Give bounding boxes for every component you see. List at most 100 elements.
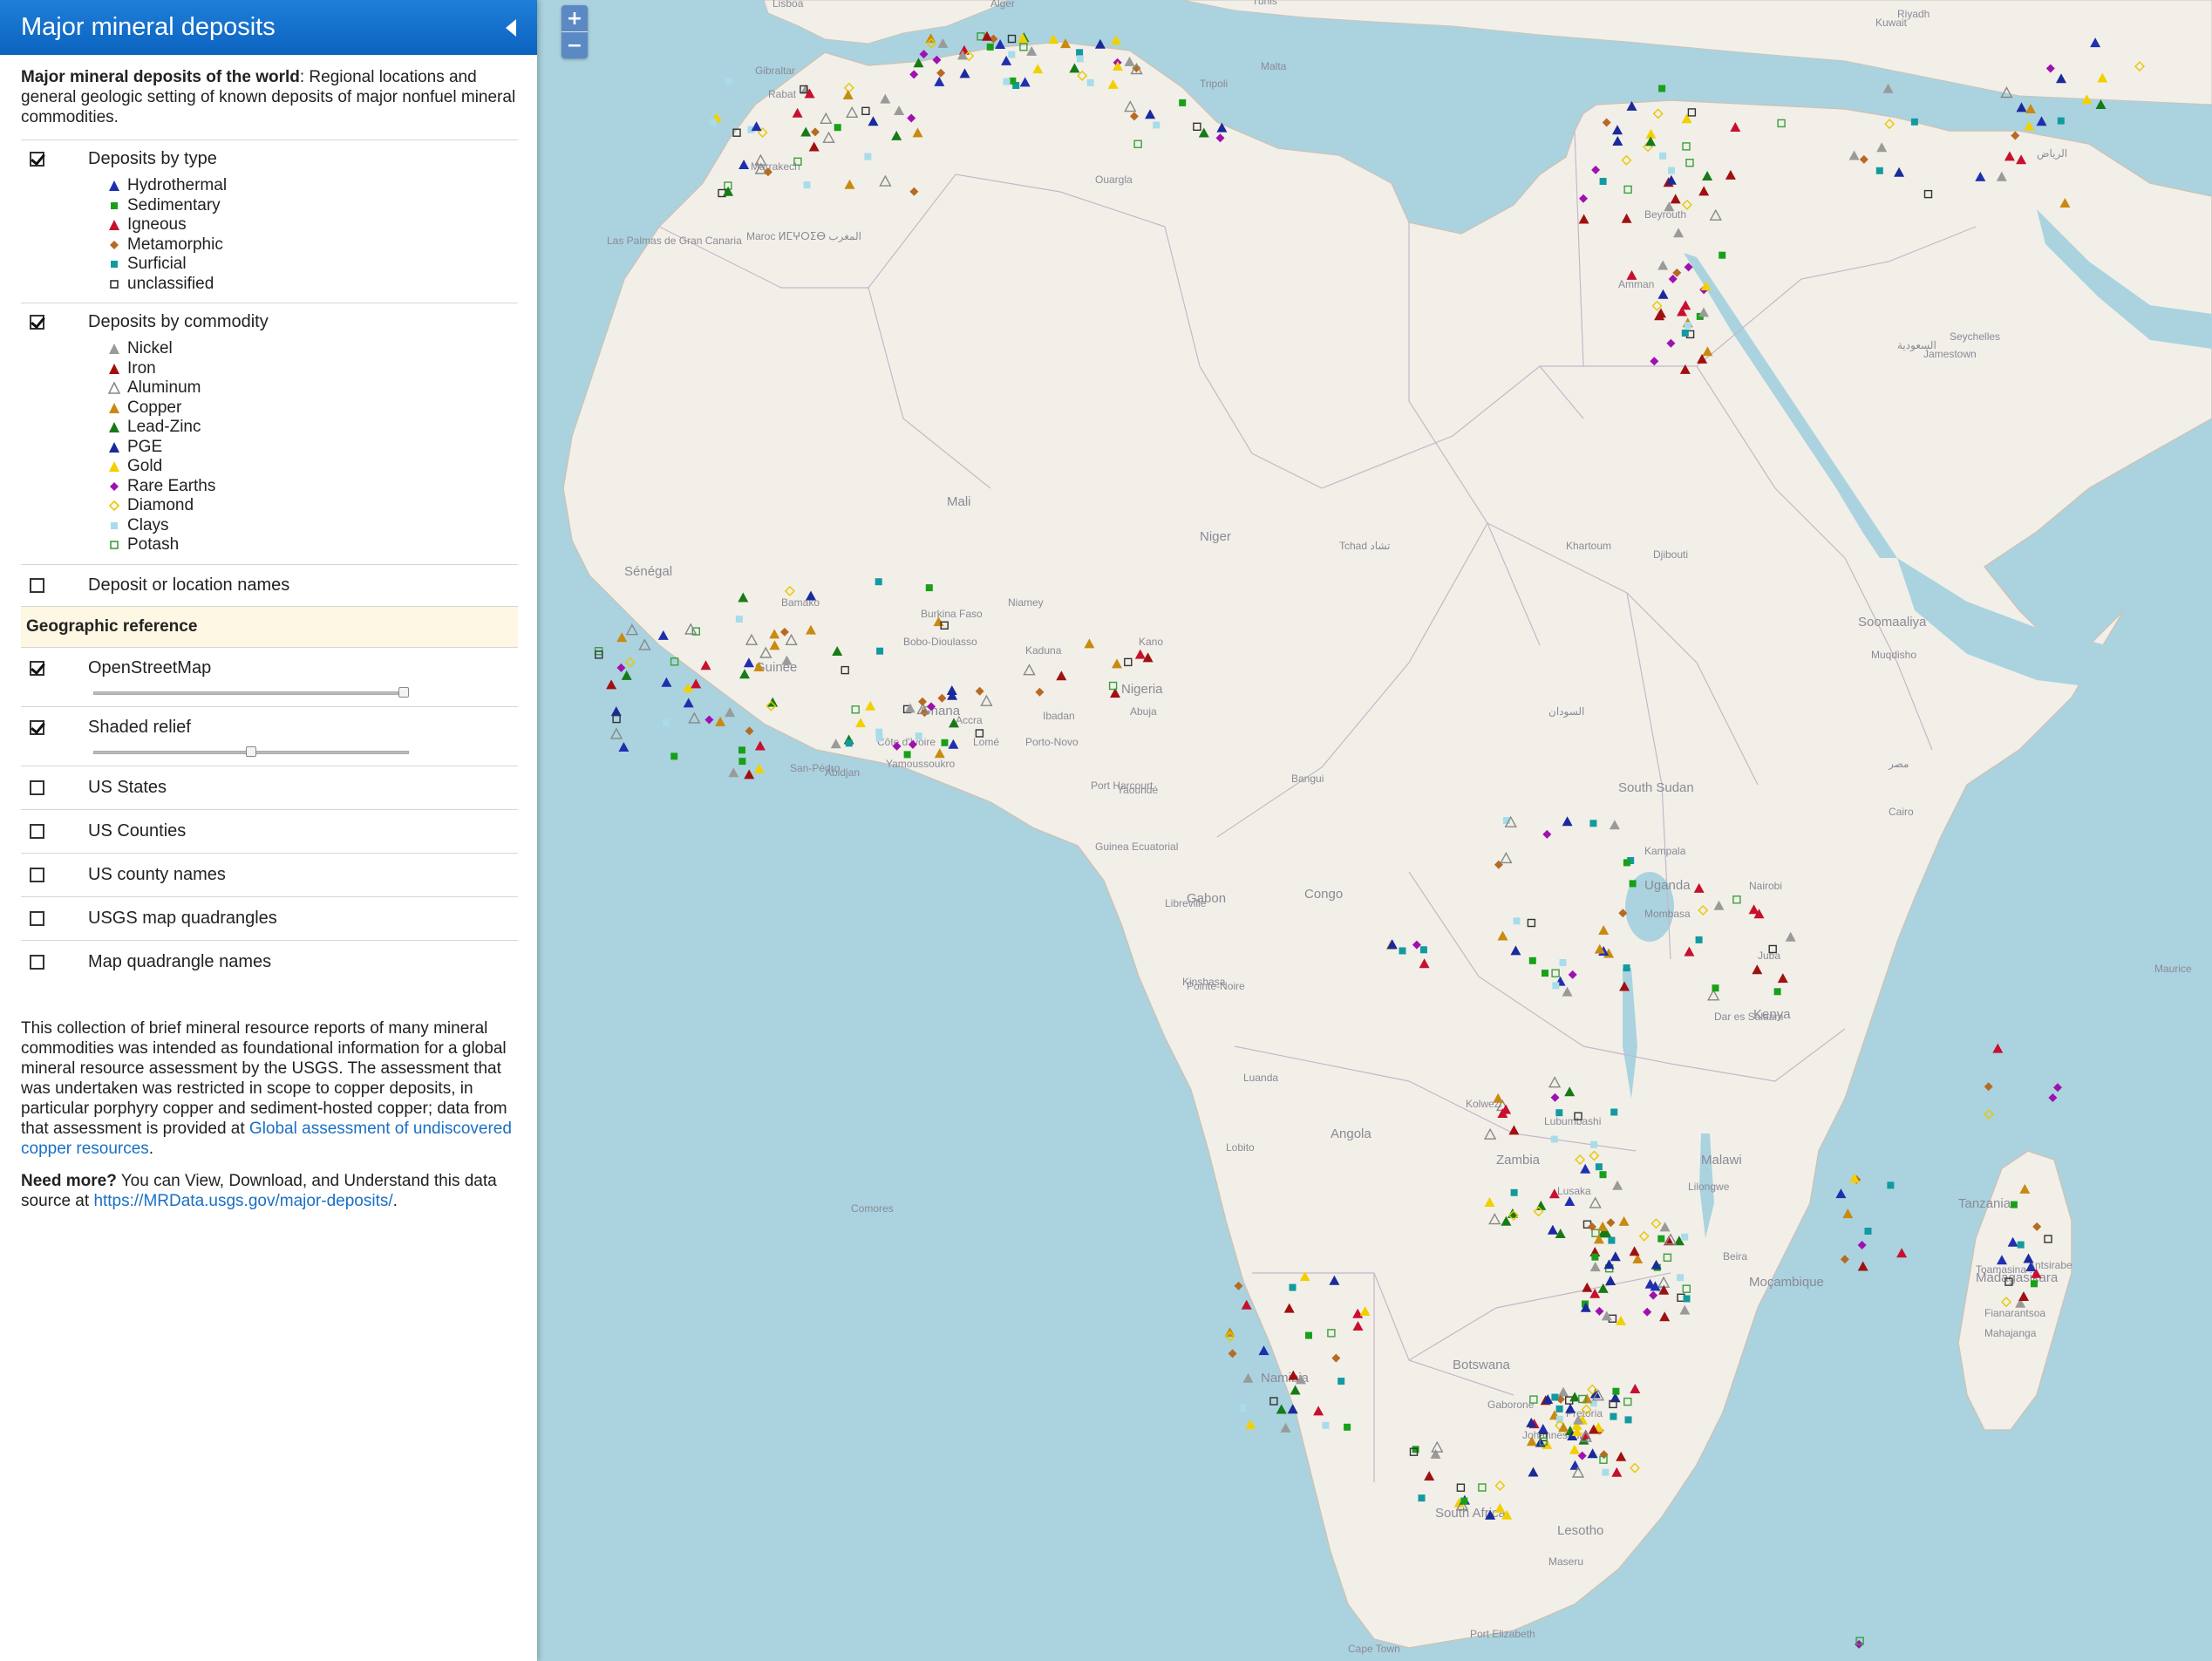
deposit-marker[interactable] <box>1608 1236 1616 1244</box>
us-county-names-checkbox[interactable] <box>30 867 44 882</box>
deposit-marker[interactable] <box>1677 1274 1685 1282</box>
deposit-marker[interactable] <box>670 752 678 760</box>
deposit-marker[interactable] <box>1550 1135 1558 1143</box>
deposit-marker[interactable] <box>1595 1163 1603 1171</box>
us-counties-checkbox[interactable] <box>30 823 44 839</box>
deposit-marker[interactable] <box>1657 1235 1665 1242</box>
deposit-marker[interactable] <box>1602 1468 1610 1476</box>
collapse-panel-icon[interactable] <box>506 18 516 37</box>
deposit-marker[interactable] <box>1681 1233 1689 1241</box>
deposit-marker[interactable] <box>1076 55 1084 63</box>
deposit-marker[interactable] <box>1322 1421 1330 1429</box>
deposit-marker[interactable] <box>2010 1201 2018 1208</box>
deposit-marker[interactable] <box>925 584 933 592</box>
deposit-marker[interactable] <box>1460 1497 1468 1505</box>
deposit-marker[interactable] <box>803 181 811 189</box>
deposit-marker[interactable] <box>1289 1283 1297 1291</box>
deposit-marker[interactable] <box>1591 1253 1599 1261</box>
deposit-marker[interactable] <box>1910 118 1918 126</box>
deposit-marker[interactable] <box>1559 959 1567 966</box>
deposit-marker[interactable] <box>1683 1295 1691 1303</box>
deposit-marker[interactable] <box>2017 1241 2025 1249</box>
deposit-marker[interactable] <box>1412 1446 1419 1453</box>
deposit-marker[interactable] <box>875 734 883 742</box>
deposit-marker[interactable] <box>1542 970 1548 977</box>
deposit-marker[interactable] <box>1513 917 1521 925</box>
deposit-marker[interactable] <box>1552 982 1560 990</box>
deposit-marker[interactable] <box>1590 1140 1598 1148</box>
map-canvas[interactable]: Lisboa Gibraltar Rabat Marrakech Las Palmas … <box>537 0 2212 1661</box>
deposit-marker[interactable] <box>941 739 949 746</box>
map-quadrangle-names-checkbox[interactable] <box>30 954 44 970</box>
deposit-marker[interactable] <box>1887 1181 1895 1189</box>
deposit-marker[interactable] <box>1773 988 1781 996</box>
deposit-marker[interactable] <box>1551 1393 1559 1401</box>
deposit-marker[interactable] <box>1623 964 1630 972</box>
deposit-marker[interactable] <box>1629 880 1637 888</box>
deposit-marker[interactable] <box>738 758 746 766</box>
deposit-marker[interactable] <box>1610 1108 1618 1116</box>
deposit-marker[interactable] <box>2031 1280 2038 1288</box>
deposit-marker[interactable] <box>903 751 911 759</box>
deposit-marker[interactable] <box>1179 99 1187 106</box>
shaded-relief-checkbox[interactable] <box>30 719 44 735</box>
usgs-map-quadrangles-checkbox[interactable] <box>30 910 44 926</box>
openstreetmap-checkbox[interactable] <box>30 660 44 676</box>
deposit-marker[interactable] <box>1003 78 1011 85</box>
mrdata-link[interactable]: https://MRData.usgs.gov/major-deposits/ <box>93 1192 392 1210</box>
deposit-marker[interactable] <box>1623 859 1630 867</box>
deposit-marker[interactable] <box>1419 946 1427 954</box>
deposit-marker[interactable] <box>1086 78 1094 86</box>
deposit-marker[interactable] <box>1695 936 1703 943</box>
deposit-marker[interactable] <box>1418 1494 1426 1502</box>
deposit-marker[interactable] <box>1599 1171 1607 1179</box>
deposit-marker[interactable] <box>1864 1228 1872 1235</box>
zoom-in-button[interactable]: + <box>562 5 588 31</box>
deposit-marker[interactable] <box>1875 167 1883 174</box>
zoom-out-button[interactable]: − <box>562 31 588 58</box>
deposit-marker[interactable] <box>1624 1416 1632 1424</box>
deposits-by-type-checkbox[interactable] <box>30 152 44 167</box>
deposit-marker[interactable] <box>1599 178 1607 185</box>
slider-handle[interactable] <box>246 745 256 757</box>
deposit-marker[interactable] <box>1399 947 1406 955</box>
deposit-marker[interactable] <box>915 732 922 740</box>
deposit-marker[interactable] <box>1612 1387 1620 1395</box>
deposit-marker[interactable] <box>1658 85 1666 92</box>
slider-handle[interactable] <box>398 686 409 698</box>
us-states-checkbox[interactable] <box>30 779 44 795</box>
deposit-marker[interactable] <box>1681 330 1689 337</box>
deposit-marker[interactable] <box>1239 1404 1247 1412</box>
deposit-marker[interactable] <box>834 124 841 132</box>
deposit-names-checkbox[interactable] <box>30 577 44 593</box>
deposit-marker[interactable] <box>1153 121 1160 129</box>
deposit-marker[interactable] <box>1659 152 1667 160</box>
deposit-marker[interactable] <box>735 616 743 623</box>
deposit-marker[interactable] <box>738 746 745 754</box>
deposit-marker[interactable] <box>663 718 670 726</box>
deposit-marker[interactable] <box>709 119 717 126</box>
deposit-marker[interactable] <box>1510 1188 1518 1196</box>
deposits-by-commodity-checkbox[interactable] <box>30 315 44 330</box>
deposit-marker[interactable] <box>1719 251 1726 259</box>
deposit-marker[interactable] <box>986 43 994 51</box>
deposit-marker[interactable] <box>1337 1378 1345 1385</box>
deposit-marker[interactable] <box>1610 1413 1617 1420</box>
deposit-marker[interactable] <box>875 578 882 586</box>
deposit-marker[interactable] <box>1555 1109 1563 1117</box>
deposit-marker[interactable] <box>1712 984 1719 992</box>
deposit-marker[interactable] <box>1589 820 1597 827</box>
deposit-marker[interactable] <box>1668 167 1675 174</box>
deposit-marker[interactable] <box>1076 49 1084 57</box>
deposit-marker[interactable] <box>845 739 853 747</box>
deposit-marker[interactable] <box>875 728 883 736</box>
deposit-marker[interactable] <box>2057 117 2065 125</box>
deposit-marker[interactable] <box>1528 956 1536 964</box>
deposit-marker[interactable] <box>725 77 732 85</box>
deposit-marker[interactable] <box>1008 51 1016 58</box>
deposit-marker[interactable] <box>1555 1405 1563 1413</box>
openstreetmap-opacity-slider[interactable] <box>93 686 409 698</box>
deposit-marker[interactable] <box>876 647 884 655</box>
deposit-marker[interactable] <box>1305 1331 1312 1339</box>
deposit-marker[interactable] <box>864 153 872 160</box>
